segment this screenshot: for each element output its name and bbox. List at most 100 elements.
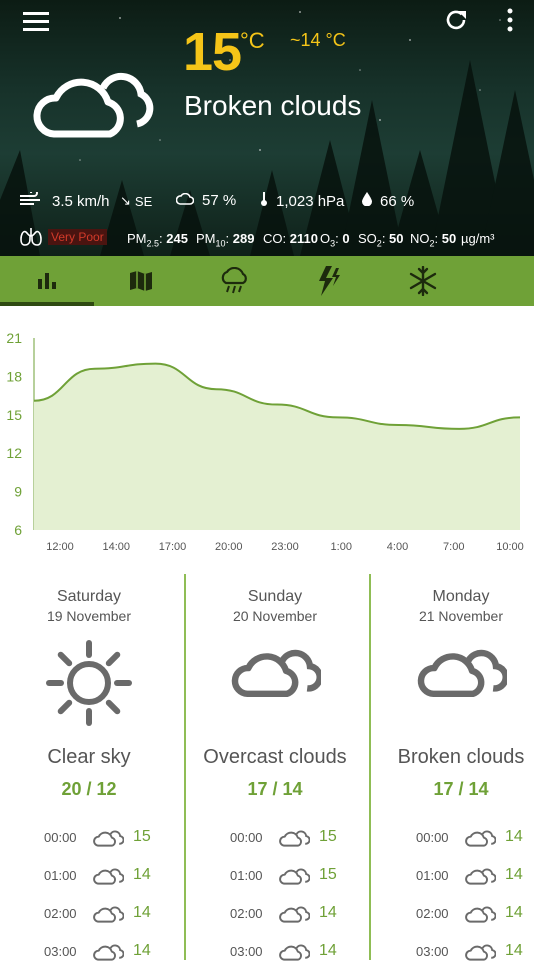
chart-icon — [38, 273, 56, 289]
cloudiness-value: 57 % — [202, 192, 237, 209]
hourly-row: 03:00 14 — [372, 940, 534, 964]
hourly-row: 01:00 14 — [372, 864, 534, 888]
pm25-label: PM — [127, 231, 147, 246]
pressure-value: 1,023 hPa — [276, 192, 345, 210]
forecast-day-saturday[interactable]: Saturday 19 November Clear sky 20 / 12 0… — [0, 574, 178, 961]
hourly-row: 00:00 15 — [0, 826, 178, 850]
co-value: 2110 — [289, 231, 318, 246]
hour-temperature: 14 — [505, 828, 523, 845]
hour-temperature: 15 — [319, 866, 337, 883]
x-tick-label: 17:00 — [159, 541, 187, 553]
rain-icon — [221, 267, 247, 294]
hourly-row: 01:00 15 — [186, 864, 364, 888]
cloud-small-icon — [175, 192, 195, 209]
o3-label: O — [320, 231, 331, 246]
cloud-small-icon — [464, 940, 497, 967]
feels-like-temperature: ~14 °C — [290, 30, 346, 50]
pm10-reading: PM10: 289 — [196, 231, 255, 249]
pm25-sub: 2.5 — [146, 238, 160, 249]
hour-time: 00:00 — [44, 830, 77, 845]
hour-time: 01:00 — [416, 868, 449, 883]
x-tick-label: 12:00 — [46, 541, 74, 553]
menu-icon[interactable] — [22, 8, 50, 34]
hour-time: 00:00 — [230, 830, 263, 845]
tab-map[interactable] — [94, 256, 188, 306]
day-condition: Broken clouds — [397, 746, 525, 768]
tab-snow[interactable] — [376, 256, 470, 306]
more-options-icon[interactable] — [500, 6, 520, 34]
temperature-unit: °C — [240, 28, 265, 53]
humidity-value: 66 % — [380, 192, 415, 210]
wind-direction-label: SE — [134, 193, 153, 209]
hour-time: 03:00 — [44, 944, 77, 959]
hour-temperature: 14 — [319, 904, 337, 921]
cloud-small-icon — [464, 902, 497, 929]
tab-precipitation[interactable] — [188, 256, 282, 306]
cloud-small-icon — [464, 864, 497, 891]
y-tick-label: 18 — [6, 368, 22, 384]
hour-time: 01:00 — [44, 868, 77, 883]
forecast-day-sunday[interactable]: Sunday 20 November Overcast clouds 17 / … — [186, 574, 364, 961]
snowflake-icon — [409, 266, 437, 296]
hourly-row: 03:00 14 — [186, 940, 364, 964]
refresh-icon[interactable] — [442, 6, 470, 34]
air-quality-badge: Very Poor — [48, 229, 107, 245]
no2-reading: NO2: 50 — [410, 231, 457, 249]
hourly-row: 01:00 14 — [0, 864, 178, 888]
hour-temperature: 14 — [319, 942, 337, 959]
cloud-small-icon — [278, 902, 311, 929]
current-description: Broken clouds — [184, 90, 362, 121]
map-icon — [130, 271, 152, 291]
column-divider — [184, 574, 186, 960]
hour-time: 02:00 — [230, 906, 263, 921]
y-tick-label: 6 — [14, 522, 22, 538]
day-name: Monday — [432, 588, 490, 605]
hour-time: 03:00 — [230, 944, 263, 959]
lightning-icon — [319, 266, 340, 296]
thermometer-icon — [260, 192, 268, 210]
co-reading: CO: 2110 — [263, 231, 318, 246]
cloud-small-icon — [92, 940, 125, 967]
clouds-icon — [415, 638, 509, 705]
hourly-row: 00:00 15 — [186, 826, 364, 850]
day-condition: Overcast clouds — [203, 746, 347, 768]
o3-value: 0 — [342, 231, 350, 246]
hour-temperature: 14 — [505, 866, 523, 883]
forecast-day-monday[interactable]: Monday 21 November Broken clouds 17 / 14… — [372, 574, 534, 961]
hour-temperature: 14 — [133, 942, 151, 959]
tab-storms[interactable] — [282, 256, 376, 306]
day-condition: Clear sky — [47, 746, 131, 768]
day-temp-range: 17 / 14 — [247, 779, 303, 799]
hourly-row: 02:00 14 — [0, 902, 178, 926]
hour-temperature: 15 — [319, 828, 337, 845]
co-label: CO: — [263, 231, 287, 246]
hour-time: 02:00 — [44, 906, 77, 921]
pm10-value: 289 — [232, 231, 255, 246]
day-temp-range: 20 / 12 — [61, 779, 117, 799]
cloud-small-icon — [278, 864, 311, 891]
x-tick-label: 4:00 — [387, 541, 408, 553]
pressure-metric: 1,023 hPa — [260, 192, 344, 210]
pm25-value: 245 — [166, 231, 188, 246]
x-tick-label: 23:00 — [271, 541, 299, 553]
no2-sub: 2 — [429, 238, 435, 249]
day-date: 20 November — [232, 608, 318, 624]
day-name: Sunday — [247, 588, 303, 605]
o3-sub: 3 — [330, 238, 336, 249]
cloud-small-icon — [278, 826, 311, 853]
lungs-icon — [20, 228, 42, 249]
wind-speed: 3.5 km/h — [52, 192, 110, 210]
hour-temperature: 14 — [133, 904, 151, 921]
cloud-small-icon — [92, 864, 125, 891]
day-temp-range: 17 / 14 — [433, 779, 489, 799]
hour-time: 03:00 — [416, 944, 449, 959]
temperature-area — [34, 363, 520, 530]
x-tick-label: 7:00 — [443, 541, 464, 553]
hour-temperature: 14 — [505, 904, 523, 921]
cloudiness-metric: 57 % — [175, 192, 237, 209]
so2-value: 50 — [389, 231, 404, 246]
tab-temperature-chart[interactable] — [0, 256, 94, 306]
wind-metric: 3.5 km/h — [20, 189, 110, 210]
arrow-down-right-icon: ↘ — [120, 193, 131, 208]
hourly-row: 02:00 14 — [372, 902, 534, 926]
